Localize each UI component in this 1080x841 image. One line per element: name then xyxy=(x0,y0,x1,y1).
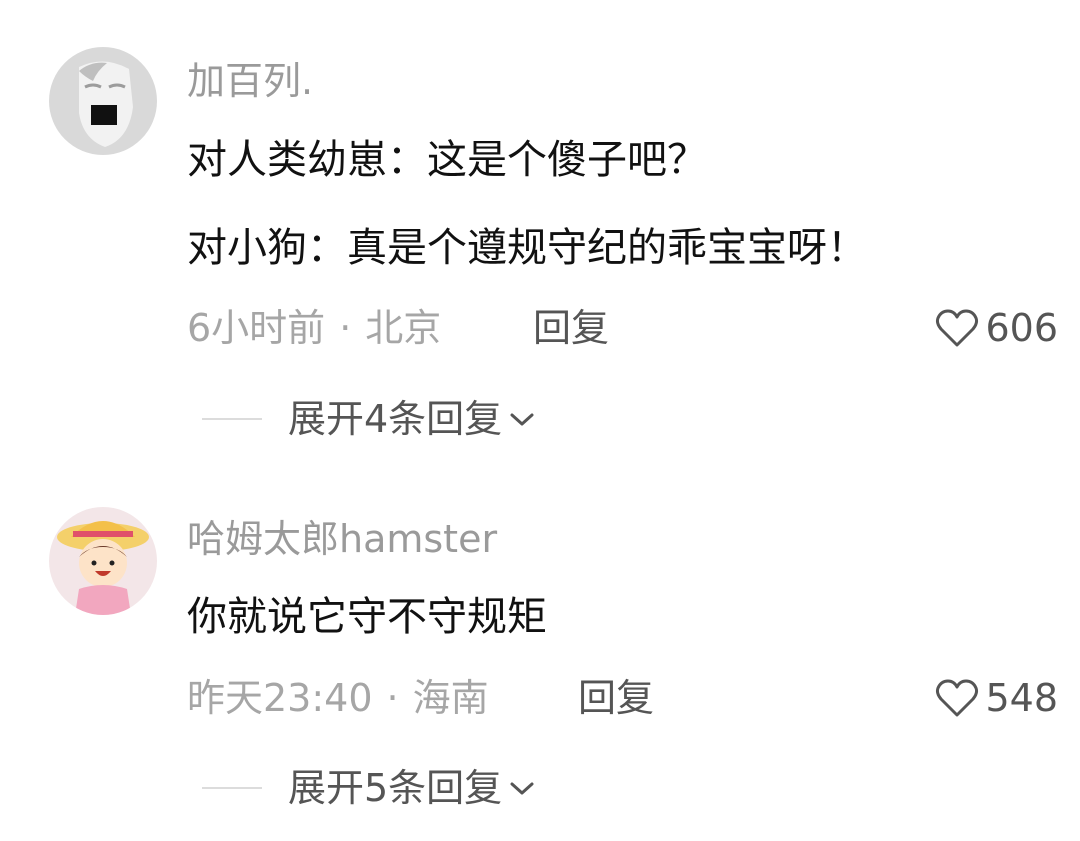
expand-replies-label: 展开4条回复 xyxy=(288,397,503,441)
comment-location: 海南 xyxy=(412,676,489,720)
comment-item: 加百列. 对人类幼崽：这是个傻子吧？ 对小狗：真是个遵规守纪的乖宝宝呀！ 6小时… xyxy=(0,0,1080,460)
comment-time: 昨天23:40 xyxy=(187,676,373,720)
comment-meta: 昨天23:40 · 海南 xyxy=(187,679,489,717)
divider-line xyxy=(202,787,262,789)
chevron-down-icon xyxy=(510,782,534,795)
expand-replies-button[interactable]: 展开5条回复 xyxy=(202,765,536,811)
meta-separator: · xyxy=(339,306,352,350)
expand-replies-label: 展开5条回复 xyxy=(288,766,503,810)
like-button[interactable]: 548 xyxy=(935,674,1058,722)
comment-text-line: 你就说它守不守规矩 xyxy=(187,594,547,640)
expand-replies-button[interactable]: 展开4条回复 xyxy=(202,396,536,442)
like-count: 548 xyxy=(985,676,1058,720)
heart-outline-icon xyxy=(936,309,979,347)
comment-meta: 6小时前 · 北京 xyxy=(187,309,441,347)
like-count: 606 xyxy=(985,306,1058,350)
statue-avatar-icon xyxy=(49,47,157,155)
divider-line xyxy=(202,418,262,420)
reply-button[interactable]: 回复 xyxy=(578,679,654,717)
like-button[interactable]: 606 xyxy=(935,304,1058,352)
username[interactable]: 哈姆太郎hamster xyxy=(187,520,497,558)
username[interactable]: 加百列. xyxy=(187,62,313,100)
comment-location: 北京 xyxy=(365,306,442,350)
user-avatar[interactable] xyxy=(49,47,157,155)
comment-time: 6小时前 xyxy=(187,306,326,350)
cartoon-girl-avatar-icon xyxy=(49,507,157,615)
user-avatar[interactable] xyxy=(49,507,157,615)
comment-item: 哈姆太郎hamster 你就说它守不守规矩 昨天23:40 · 海南 回复 548 … xyxy=(0,460,1080,841)
reply-button[interactable]: 回复 xyxy=(533,309,609,347)
comment-text-line: 对人类幼崽：这是个傻子吧？ xyxy=(187,137,707,183)
heart-outline-icon xyxy=(936,679,979,717)
comment-text-line: 对小狗：真是个遵规守纪的乖宝宝呀！ xyxy=(187,225,867,271)
chevron-down-icon xyxy=(510,413,534,426)
meta-separator: · xyxy=(386,676,399,720)
